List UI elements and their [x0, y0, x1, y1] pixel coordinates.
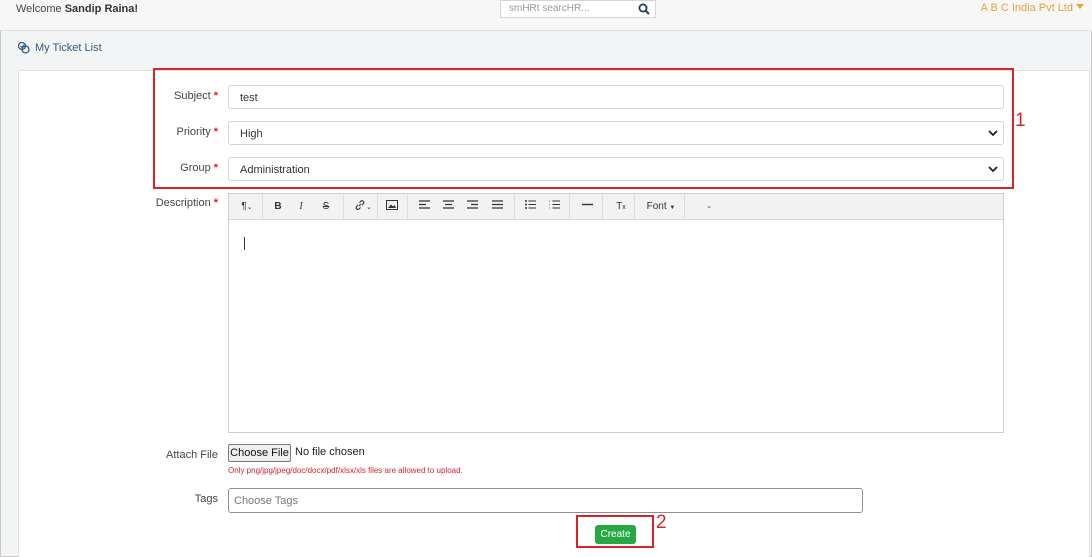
my-ticket-list-label[interactable]: My Ticket List [35, 42, 102, 54]
toolbar-divider [262, 194, 263, 219]
caret-down-icon[interactable] [1076, 4, 1084, 9]
horizontal-rule-icon[interactable] [580, 198, 594, 215]
toolbar-divider [569, 194, 570, 219]
company-menu[interactable]: A B C India Pvt Ltd [981, 2, 1084, 14]
strikethrough-button[interactable]: S [319, 198, 333, 215]
text-cursor [244, 237, 245, 250]
description-label: Description * [140, 197, 218, 209]
align-left-icon[interactable] [417, 198, 431, 215]
font-dropdown[interactable]: Font ▼ [643, 198, 679, 215]
toolbar-divider [343, 194, 344, 219]
clear-format-icon[interactable]: Tx [613, 198, 629, 215]
paragraph-icon[interactable]: ¶⌄ [237, 198, 257, 215]
editor-toolbar: ¶⌄ B I S ⌄ Tx Font ▼ ⌄ [229, 194, 1003, 220]
tags-input[interactable]: Choose Tags [228, 488, 863, 513]
company-name[interactable]: A B C India Pvt Ltd [981, 2, 1073, 14]
welcome-text: Welcome Sandip Raina! [16, 3, 138, 15]
callout-2: 2 [656, 512, 667, 533]
global-search[interactable]: smHRt searcHR... [500, 0, 656, 18]
highlight-box-1 [153, 68, 1014, 189]
align-center-icon[interactable] [441, 198, 455, 215]
link-icon[interactable]: ⌄ [351, 198, 375, 215]
description-label-text: Description [155, 197, 211, 209]
numbered-list-icon[interactable] [547, 198, 561, 215]
toolbar-divider [377, 194, 378, 219]
more-options-icon[interactable]: ⌄ [703, 198, 715, 215]
align-right-icon[interactable] [465, 198, 479, 215]
top-bar: Welcome Sandip Raina! smHRt searcHR... A… [0, 0, 1092, 31]
toolbar-divider [514, 194, 515, 219]
choose-file-button[interactable]: Choose File [228, 444, 291, 462]
description-editor[interactable]: ¶⌄ B I S ⌄ Tx Font ▼ ⌄ [228, 193, 1004, 433]
welcome-prefix: Welcome [16, 3, 62, 15]
attach-label: Attach File [166, 449, 218, 461]
no-file-text: No file chosen [295, 446, 365, 458]
tags-label: Tags [194, 493, 218, 505]
image-icon[interactable] [384, 198, 400, 215]
bulleted-list-icon[interactable] [523, 198, 537, 215]
font-label[interactable]: Font [647, 201, 667, 212]
search-icon[interactable] [638, 3, 650, 15]
toolbar-divider [602, 194, 603, 219]
ticket-icon [17, 41, 30, 54]
required-mark: * [213, 197, 218, 209]
justify-icon[interactable] [490, 198, 504, 215]
toolbar-divider [684, 194, 685, 219]
search-input[interactable]: smHRt searcHR... [509, 3, 590, 14]
tags-placeholder[interactable]: Choose Tags [234, 495, 298, 507]
file-type-hint: Only png/jpg/jpeg/doc/docx/pdf/xlsx/xls … [228, 466, 463, 475]
my-ticket-list-link[interactable]: My Ticket List [17, 41, 102, 54]
italic-button[interactable]: I [294, 198, 308, 215]
toolbar-divider [407, 194, 408, 219]
bold-button[interactable]: B [271, 198, 285, 215]
toolbar-divider [634, 194, 635, 219]
callout-1: 1 [1015, 110, 1026, 131]
user-name: Sandip Raina! [64, 3, 139, 15]
highlight-box-2 [576, 515, 654, 548]
